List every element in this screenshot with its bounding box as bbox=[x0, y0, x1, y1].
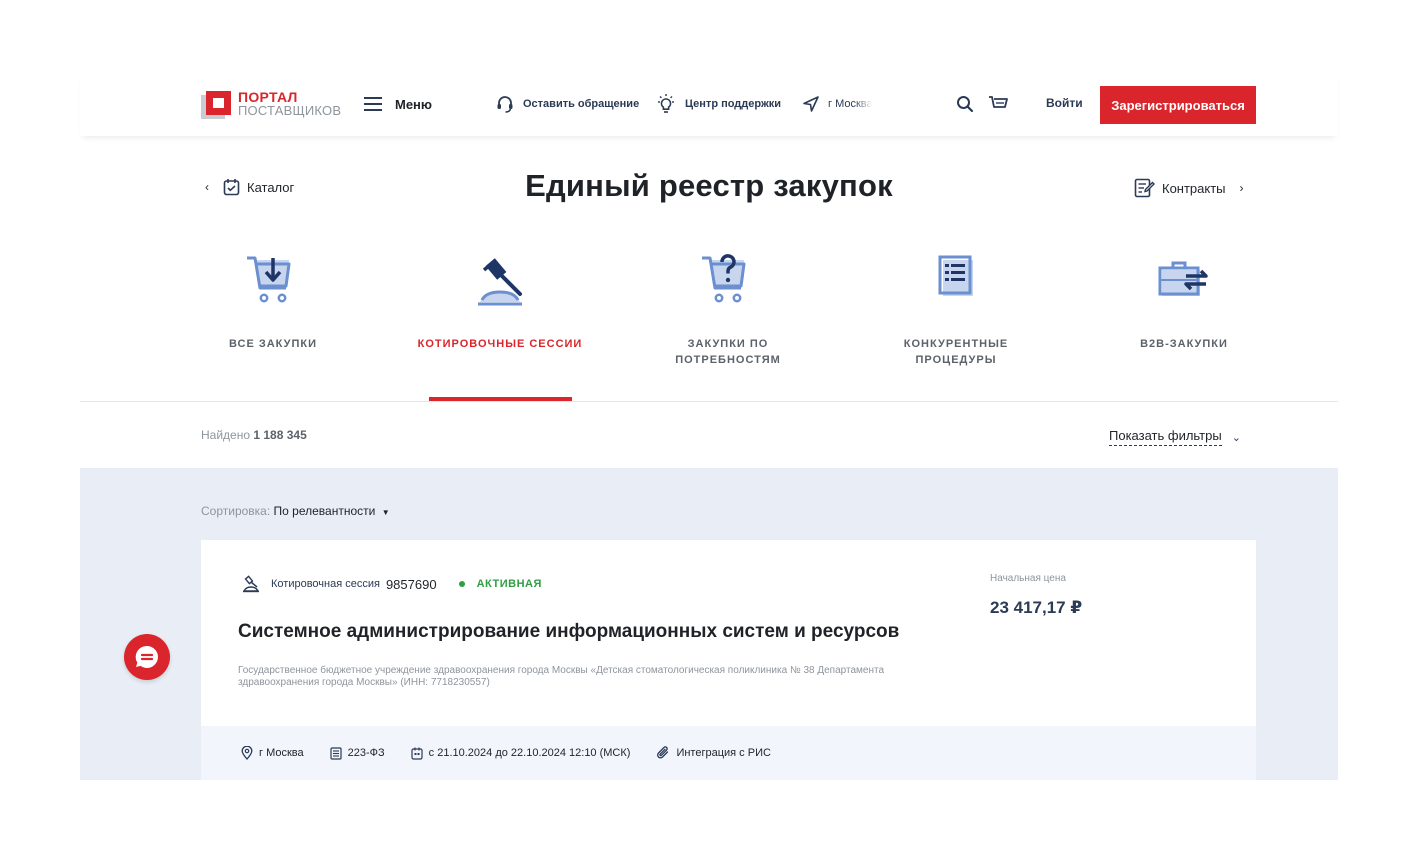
card-dates-label: с 21.10.2024 до 22.10.2024 12:10 (МСК) bbox=[428, 747, 631, 759]
tabs-divider bbox=[80, 401, 1338, 402]
card-location: г Москва bbox=[241, 746, 304, 760]
register-button[interactable]: Зарегистрироваться bbox=[1100, 86, 1256, 124]
document-list-icon bbox=[938, 255, 973, 296]
chat-button[interactable] bbox=[124, 634, 170, 680]
tab-all-purchases[interactable]: ВСЕ ЗАКУПКИ bbox=[188, 250, 358, 352]
sort-dropdown[interactable]: Сортировка: По релевантности ▼ bbox=[201, 504, 390, 518]
status-label: АКТИВНАЯ bbox=[476, 578, 542, 590]
card-location-label: г Москва bbox=[259, 747, 304, 759]
sort-label: Сортировка: bbox=[201, 504, 271, 518]
status-dot-icon bbox=[458, 581, 465, 587]
cart-download-icon bbox=[247, 256, 291, 303]
support-center-link[interactable]: Центр поддержки bbox=[655, 94, 781, 114]
gavel-small-icon bbox=[242, 575, 260, 593]
sort-value: По релевантности bbox=[273, 504, 376, 518]
tab-competitive-procedures-label: КОНКУРЕНТНЫЕ ПРОЦЕДУРЫ bbox=[903, 338, 1009, 366]
location-arrow-icon bbox=[803, 96, 819, 112]
tab-b2b-purchases[interactable]: B2B-ЗАКУПКИ bbox=[1099, 250, 1269, 352]
menu-label: Меню bbox=[395, 96, 433, 112]
card-integration-label: Интеграция с РИС bbox=[676, 747, 771, 759]
feedback-label: Оставить обращение bbox=[523, 98, 640, 110]
feedback-link[interactable]: Оставить обращение bbox=[495, 94, 639, 114]
results-count: Найдено 1 188 345 bbox=[201, 428, 307, 442]
cart-icon[interactable] bbox=[987, 92, 1011, 116]
caret-down-icon: ▼ bbox=[381, 508, 390, 517]
cart-question-icon bbox=[702, 254, 746, 303]
card-number: 9857690 bbox=[385, 576, 437, 592]
show-filters-label: Показать фильтры bbox=[1109, 428, 1222, 446]
logo-line2: ПОСТАВЩИКОВ bbox=[238, 103, 342, 118]
menu-button[interactable]: Меню bbox=[364, 93, 432, 115]
price-value: 23 417,17 ₽ bbox=[990, 598, 1083, 617]
tab-needs-purchases-label: ЗАКУПКИ ПО ПОТРЕБНОСТЯМ bbox=[675, 338, 781, 366]
tab-competitive-procedures[interactable]: КОНКУРЕНТНЫЕ ПРОЦЕДУРЫ bbox=[871, 250, 1041, 368]
card-title[interactable]: Системное администрирование информационн… bbox=[238, 621, 899, 643]
headset-icon bbox=[497, 96, 513, 113]
map-pin-icon bbox=[241, 746, 253, 760]
logo-line1: ПОРТАЛ bbox=[238, 89, 298, 105]
tab-quotation-sessions-label: КОТИРОВОЧНЫЕ СЕССИИ bbox=[417, 338, 583, 350]
paperclip-icon bbox=[657, 746, 669, 759]
card-integration: Интеграция с РИС bbox=[656, 746, 771, 760]
gavel-icon bbox=[478, 258, 522, 306]
document-edit-icon bbox=[1134, 178, 1155, 198]
found-label: Найдено bbox=[201, 428, 251, 442]
chevron-right-icon: › bbox=[1239, 181, 1244, 195]
card-law-label: 223-ФЗ bbox=[347, 747, 385, 759]
support-label: Центр поддержки bbox=[685, 98, 782, 110]
contracts-label: Контракты bbox=[1162, 180, 1226, 196]
portal-logo[interactable]: ПОРТАЛ ПОСТАВЩИКОВ bbox=[201, 89, 341, 119]
hamburger-icon bbox=[364, 97, 382, 111]
chat-bubble-icon bbox=[135, 645, 158, 668]
calendar-icon bbox=[411, 747, 423, 760]
card-type-label: Котировочная сессия bbox=[271, 578, 380, 590]
document-icon bbox=[330, 746, 342, 760]
logo-mark-icon bbox=[201, 91, 231, 119]
procurement-card[interactable]: Котировочная сессия 9857690 АКТИВНАЯ Сис… bbox=[201, 540, 1256, 780]
city-selector[interactable]: г Москва bbox=[802, 94, 872, 114]
show-filters-toggle[interactable]: Показать фильтры ⌄ bbox=[1109, 428, 1241, 446]
status-badge: АКТИВНАЯ bbox=[458, 578, 542, 590]
lightbulb-icon bbox=[658, 94, 674, 113]
card-header: Котировочная сессия 9857690 АКТИВНАЯ bbox=[241, 575, 542, 593]
tab-needs-purchases[interactable]: ЗАКУПКИ ПО ПОТРЕБНОСТЯМ bbox=[643, 250, 813, 368]
page: ПОРТАЛ ПОСТАВЩИКОВ Меню Оставить обращен… bbox=[0, 0, 1418, 860]
card-organization: Государственное бюджетное учреждение здр… bbox=[238, 665, 885, 688]
found-count: 1 188 345 bbox=[253, 428, 307, 442]
tab-b2b-purchases-label: B2B-ЗАКУПКИ bbox=[1140, 338, 1228, 350]
price-label: Начальная цена bbox=[990, 573, 1066, 584]
contracts-forward-link[interactable]: Контракты › bbox=[1134, 178, 1244, 198]
chevron-down-icon: ⌄ bbox=[1231, 431, 1241, 444]
search-icon[interactable] bbox=[953, 92, 977, 116]
top-header: ПОРТАЛ ПОСТАВЩИКОВ Меню Оставить обращен… bbox=[80, 72, 1338, 136]
tab-all-purchases-label: ВСЕ ЗАКУПКИ bbox=[228, 338, 318, 350]
card-law: 223-ФЗ bbox=[330, 746, 385, 760]
tab-quotation-sessions[interactable]: КОТИРОВОЧНЫЕ СЕССИИ bbox=[415, 250, 585, 352]
login-link[interactable]: Войти bbox=[1046, 96, 1083, 110]
card-footer: г Москва 223-ФЗ с 21.10.2024 до 22.10.20… bbox=[201, 726, 1256, 780]
briefcase-exchange-icon bbox=[1158, 261, 1208, 296]
city-label: г Москва bbox=[828, 98, 872, 110]
card-dates: с 21.10.2024 до 22.10.2024 12:10 (МСК) bbox=[411, 747, 631, 760]
